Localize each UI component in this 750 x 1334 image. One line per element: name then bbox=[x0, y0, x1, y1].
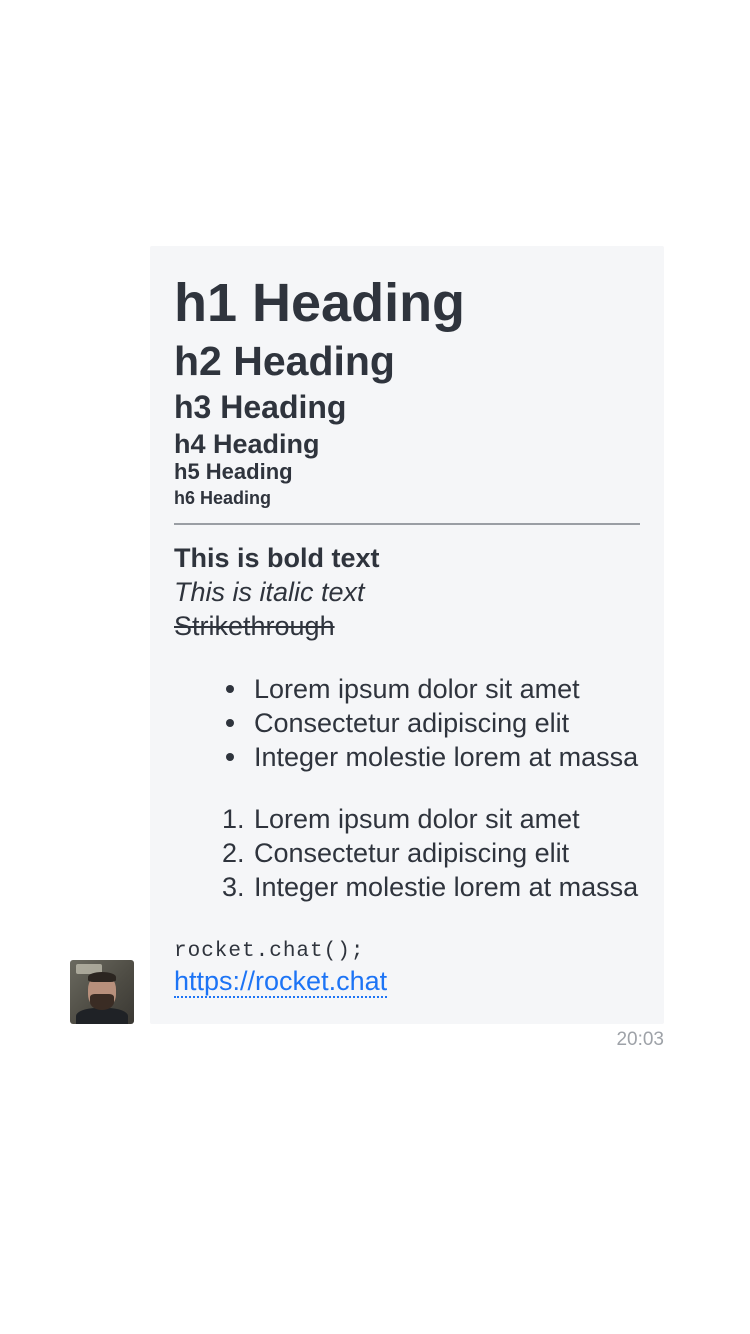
list-item: Integer molestie lorem at massa bbox=[254, 742, 639, 772]
avatar-beard bbox=[90, 994, 114, 1010]
bullet-marker bbox=[226, 719, 234, 727]
list-number: 2. bbox=[222, 838, 245, 868]
message-link[interactable]: https://rocket.chat bbox=[174, 968, 388, 998]
list-item: Consectetur adipiscing elit bbox=[254, 708, 570, 738]
strikethrough-text: Strikethrough bbox=[174, 611, 335, 641]
list-number: 1. bbox=[222, 804, 245, 834]
heading-h1: h1 Heading bbox=[174, 273, 466, 333]
heading-h6: h6 Heading bbox=[174, 488, 272, 508]
message-bubble: h1 Heading h2 Heading h3 Heading h4 Head… bbox=[150, 246, 664, 1024]
avatar[interactable] bbox=[70, 960, 134, 1024]
bold-text: This is bold text bbox=[174, 543, 380, 573]
list-item: Lorem ipsum dolor sit amet bbox=[254, 804, 580, 834]
list-item: Lorem ipsum dolor sit amet bbox=[254, 674, 580, 704]
message-timestamp: 20:03 bbox=[616, 1029, 664, 1050]
heading-h3: h3 Heading bbox=[174, 389, 347, 425]
horizontal-rule bbox=[174, 523, 640, 525]
heading-h5: h5 Heading bbox=[174, 459, 293, 484]
list-item: Consectetur adipiscing elit bbox=[254, 838, 570, 868]
avatar-shirt bbox=[76, 1008, 128, 1024]
inline-code: rocket.chat(); bbox=[174, 940, 365, 963]
list-number: 3. bbox=[222, 872, 245, 902]
bullet-marker bbox=[226, 685, 234, 693]
heading-h2: h2 Heading bbox=[174, 338, 395, 384]
avatar-hair bbox=[88, 972, 116, 982]
heading-h4: h4 Heading bbox=[174, 429, 320, 459]
italic-text: This is italic text bbox=[174, 577, 365, 607]
bullet-marker bbox=[226, 753, 234, 761]
list-item: Integer molestie lorem at massa bbox=[254, 872, 639, 902]
